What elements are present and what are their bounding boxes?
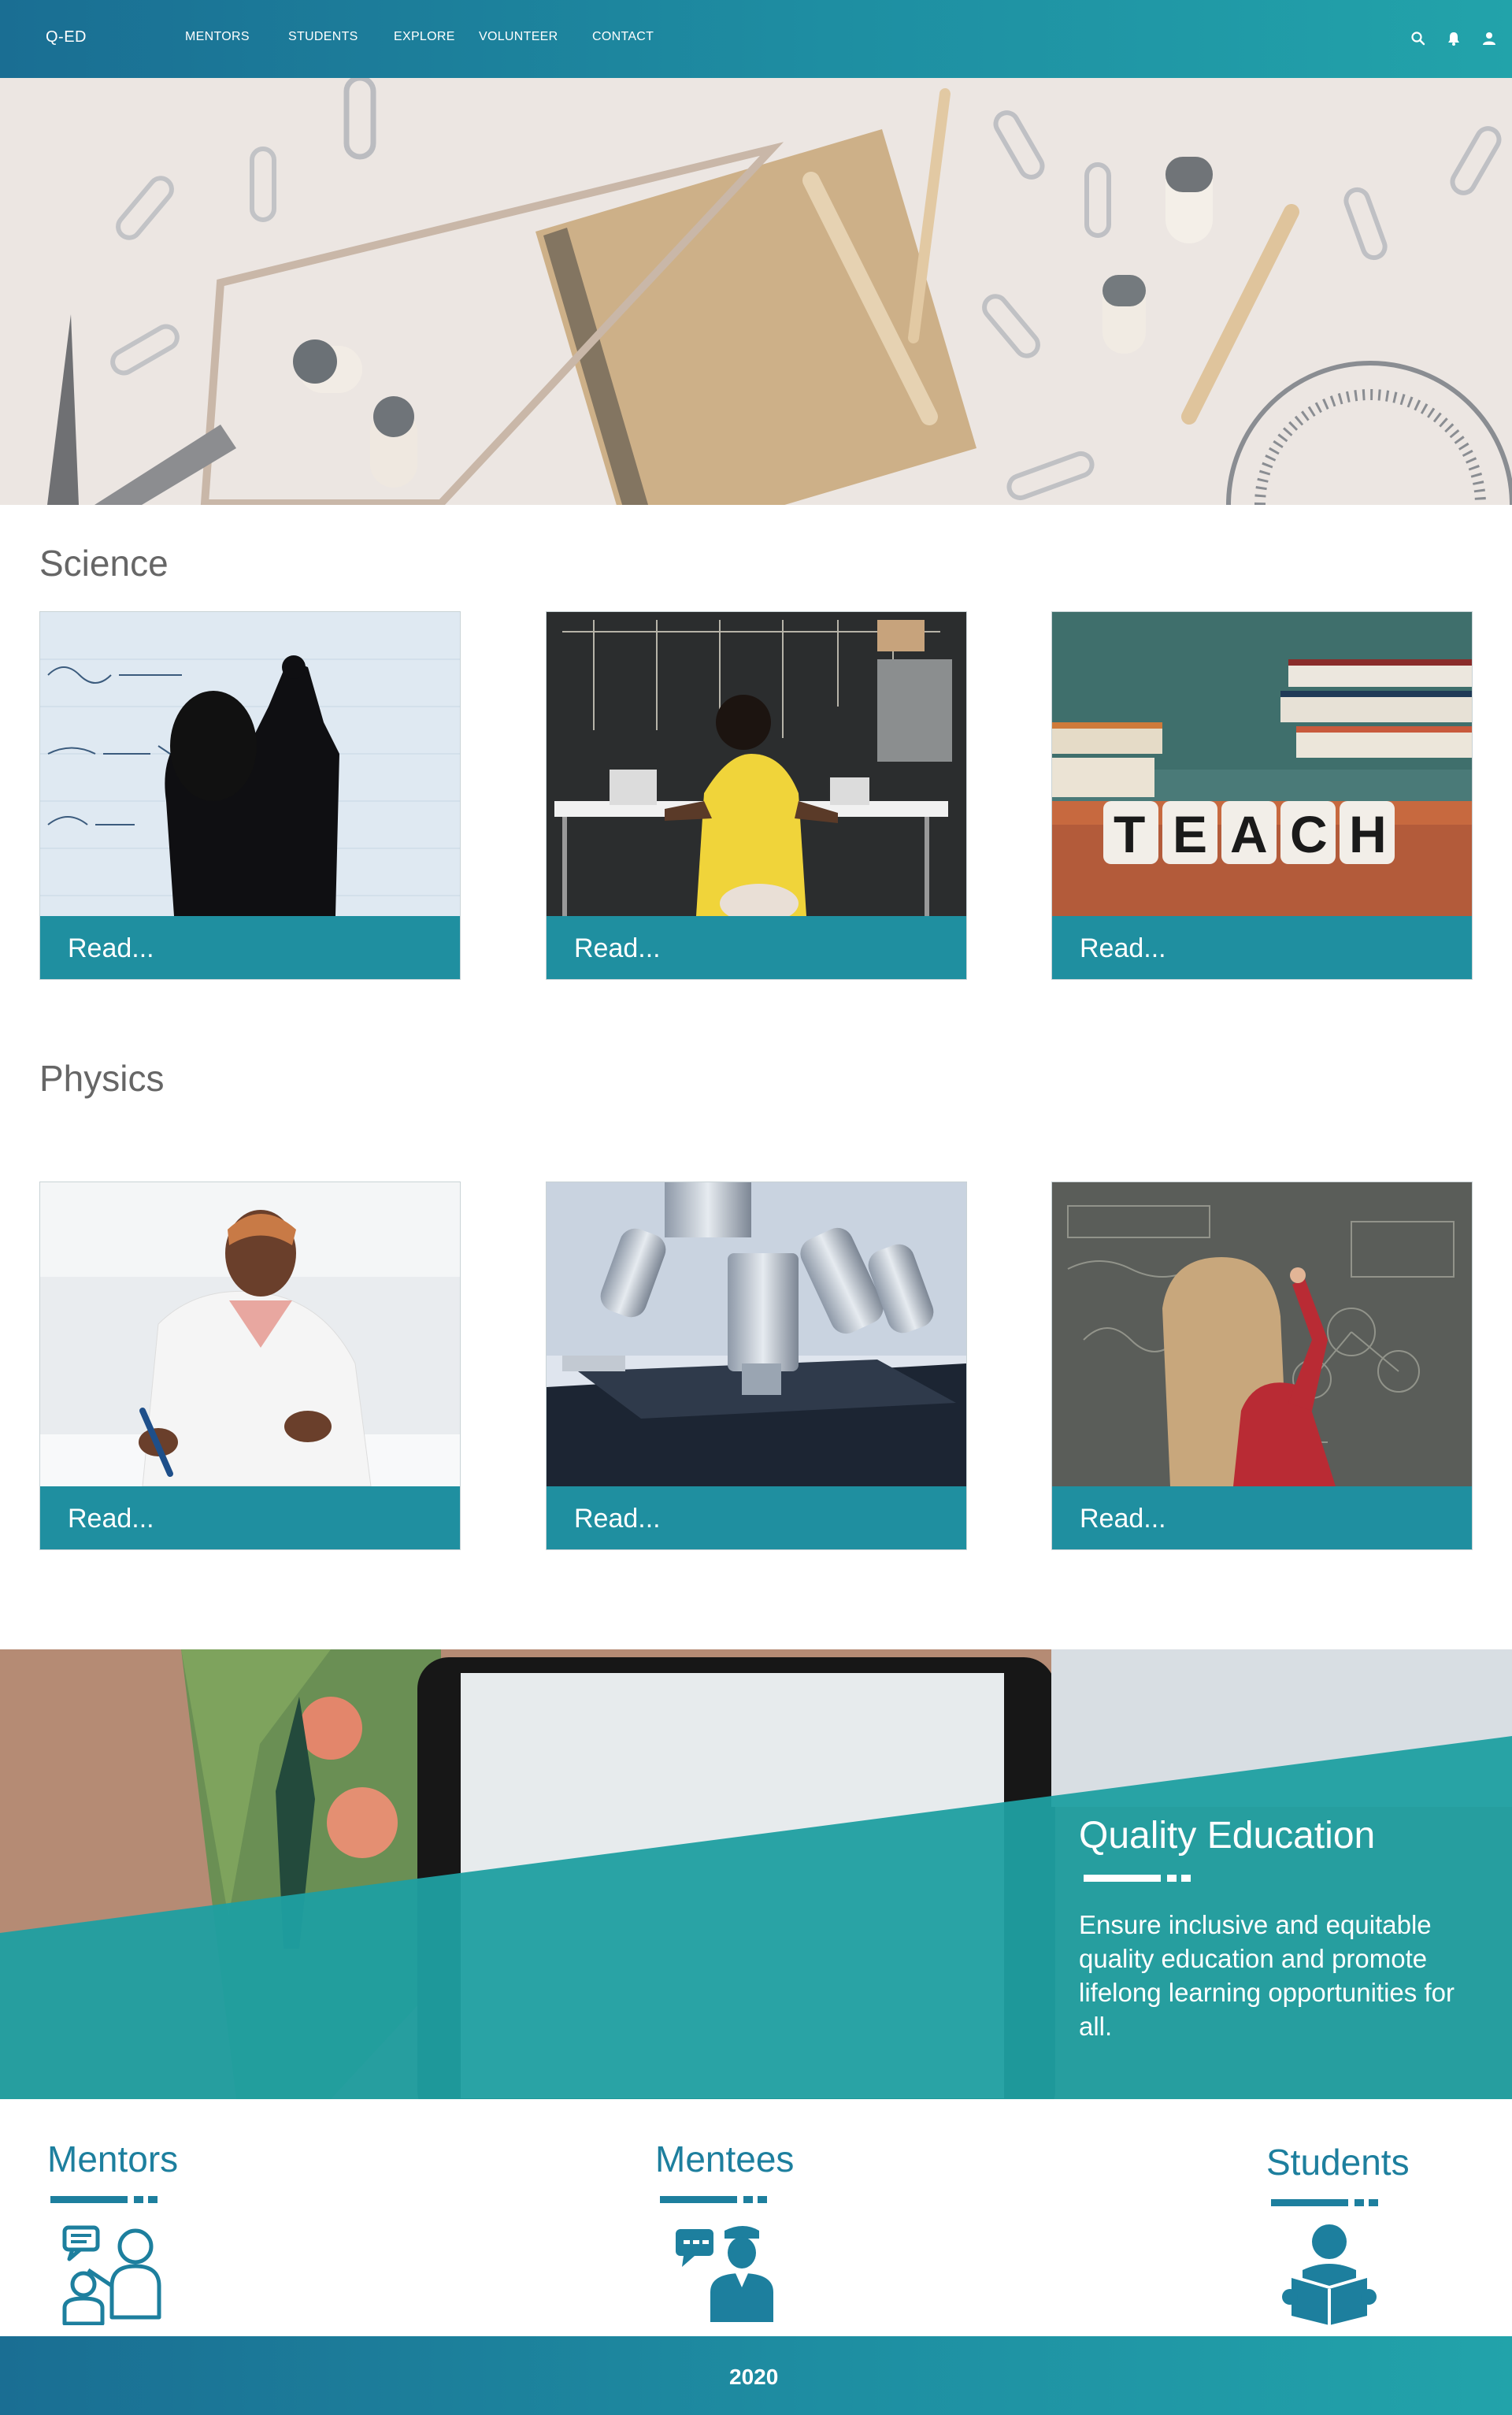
hero-image xyxy=(0,78,1512,505)
footer-year: 2020 xyxy=(729,2365,779,2389)
bell-icon[interactable] xyxy=(1445,30,1462,47)
card-image xyxy=(40,1182,460,1486)
student-reading-icon xyxy=(1274,2223,1384,2325)
read-more-link[interactable]: Read... xyxy=(1080,1504,1166,1534)
physics-card-1[interactable]: Read... xyxy=(39,1182,461,1550)
card-image xyxy=(547,1182,966,1486)
nav-link-volunteer[interactable]: VOLUNTEER xyxy=(479,30,558,44)
top-nav: Q-ED MENTORS STUDENTS EXPLORE VOLUNTEER … xyxy=(0,0,1512,78)
footer: 2020 xyxy=(0,2336,1512,2415)
svg-text:H: H xyxy=(1349,805,1387,863)
physics-card-3[interactable]: Read... xyxy=(1051,1182,1473,1550)
user-icon[interactable] xyxy=(1480,30,1498,47)
science-card-3[interactable]: T E A C H Read... xyxy=(1051,611,1473,980)
read-more-link[interactable]: Read... xyxy=(68,1504,154,1534)
read-more-link[interactable]: Read... xyxy=(574,1504,661,1534)
section-title-physics: Physics xyxy=(39,1058,165,1099)
nav-link-explore[interactable]: EXPLORE xyxy=(394,30,455,44)
science-card-1[interactable]: Read... xyxy=(39,611,461,980)
role-title-mentors[interactable]: Mentors xyxy=(47,2138,178,2180)
svg-text:E: E xyxy=(1173,805,1207,863)
nav-link-mentors[interactable]: MENTORS xyxy=(185,30,250,44)
read-more-link[interactable]: Read... xyxy=(68,933,154,964)
science-card-2[interactable]: Read... xyxy=(546,611,967,980)
svg-text:A: A xyxy=(1230,805,1268,863)
section-title-science: Science xyxy=(39,543,169,584)
mentor-teaching-icon xyxy=(57,2223,167,2326)
physics-card-2[interactable]: Read... xyxy=(546,1182,967,1550)
card-image xyxy=(1052,1182,1472,1486)
role-title-students[interactable]: Students xyxy=(1266,2141,1410,2183)
svg-text:T: T xyxy=(1114,805,1145,863)
card-image: T E A C H xyxy=(1052,612,1472,916)
nav-link-contact[interactable]: CONTACT xyxy=(592,30,654,44)
mentee-chat-icon xyxy=(671,2221,781,2324)
card-image xyxy=(547,612,966,916)
search-icon[interactable] xyxy=(1410,30,1427,47)
read-more-link[interactable]: Read... xyxy=(1080,933,1166,964)
read-more-link[interactable]: Read... xyxy=(574,933,661,964)
svg-text:C: C xyxy=(1290,805,1328,863)
card-image xyxy=(40,612,460,916)
nav-link-students[interactable]: STUDENTS xyxy=(288,30,358,44)
role-title-mentees[interactable]: Mentees xyxy=(655,2138,794,2180)
brand-logo[interactable]: Q-ED xyxy=(46,28,87,46)
quality-education-title: Quality Education xyxy=(1079,1815,1376,1857)
quality-education-text: Ensure inclusive and equitable quality e… xyxy=(1079,1910,1455,2041)
